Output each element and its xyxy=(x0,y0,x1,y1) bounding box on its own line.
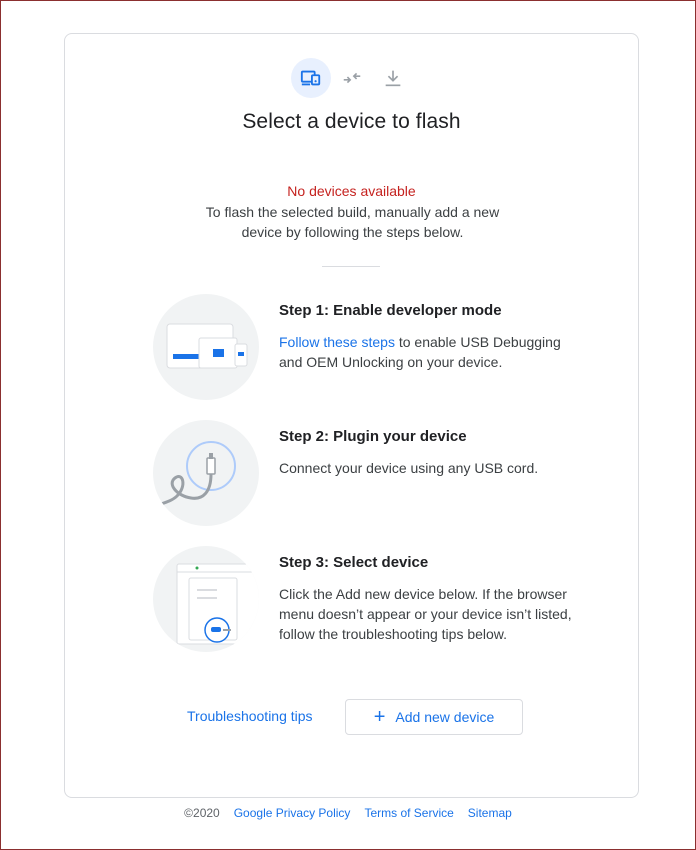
privacy-policy-link[interactable]: Google Privacy Policy xyxy=(234,806,351,820)
plus-icon: + xyxy=(373,706,386,728)
step-1-text: Follow these steps to enable USB Debuggi… xyxy=(279,332,579,372)
add-new-device-button[interactable]: + Add new device xyxy=(345,699,523,735)
add-new-device-label: Add new device xyxy=(395,709,495,725)
browser-menu-illustration xyxy=(153,546,259,652)
footer: ©2020 Google Privacy Policy Terms of Ser… xyxy=(0,806,696,820)
follow-steps-link[interactable]: Follow these steps xyxy=(279,334,395,350)
terms-of-service-link[interactable]: Terms of Service xyxy=(364,806,453,820)
copyright-text: ©2020 xyxy=(184,806,220,820)
usb-cable-illustration xyxy=(153,420,259,526)
connect-arrows-icon xyxy=(332,58,372,98)
status-message: No devices available xyxy=(287,183,416,199)
step-3-title: Step 3: Select device xyxy=(279,554,429,571)
step-1-title: Step 1: Enable developer mode xyxy=(279,302,502,319)
stepper xyxy=(291,58,415,100)
instructions-text: To flash the selected build, manually ad… xyxy=(205,204,500,240)
divider xyxy=(322,266,380,267)
step-2-title: Step 2: Plugin your device xyxy=(279,428,467,445)
step-2-text: Connect your device using any USB cord. xyxy=(279,460,539,476)
step-3-text: Click the Add new device below. If the b… xyxy=(279,586,572,642)
flash-card: Select a device to flash No devices avai… xyxy=(64,33,639,798)
download-icon xyxy=(373,58,413,98)
sitemap-link[interactable]: Sitemap xyxy=(468,806,512,820)
devices-illustration xyxy=(153,294,259,400)
troubleshooting-tips-link[interactable]: Troubleshooting tips xyxy=(187,708,313,724)
page-title: Select a device to flash xyxy=(242,110,461,133)
devices-icon[interactable] xyxy=(291,58,331,98)
